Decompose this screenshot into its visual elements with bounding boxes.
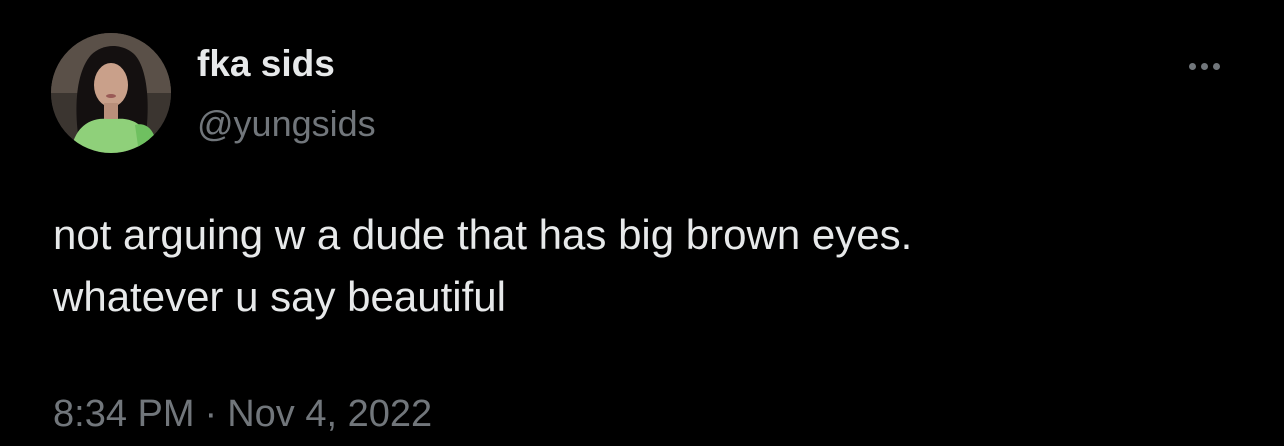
more-horizontal-icon-dot [1212, 62, 1220, 70]
tweet-timestamp[interactable]: 8:34 PM · Nov 4, 2022 [53, 388, 432, 440]
display-name[interactable]: fka sids [197, 40, 335, 88]
more-horizontal-icon-dot [1200, 62, 1208, 70]
avatar-photo-icon [51, 33, 171, 153]
username-handle[interactable]: @yungsids [197, 100, 376, 148]
meta-separator: · [204, 393, 218, 435]
more-options-button[interactable] [1176, 52, 1232, 80]
tweet-text-line: whatever u say beautiful [53, 273, 506, 320]
tweet-time: 8:34 PM [53, 393, 195, 435]
tweet-date: Nov 4, 2022 [227, 393, 433, 435]
tweet-text-line: not arguing w a dude that has big brown … [53, 211, 913, 258]
more-horizontal-icon [1188, 62, 1196, 70]
avatar[interactable] [51, 33, 171, 153]
tweet-card: fka sids @yungsids not arguing w a dude … [0, 0, 1284, 446]
tweet-text: not arguing w a dude that has big brown … [53, 204, 1233, 328]
